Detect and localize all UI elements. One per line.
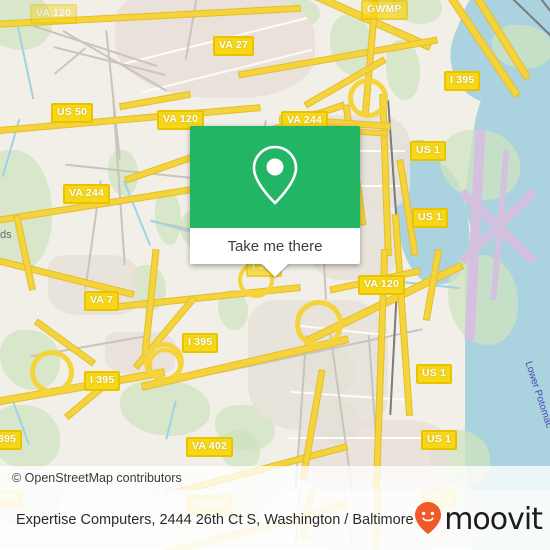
map-pin-icon xyxy=(249,143,301,212)
highway-loop-1 xyxy=(30,350,74,394)
road-shield: VA 7 xyxy=(84,291,119,311)
map-canvas[interactable]: ds Lower Potomac VA 120 GWMP VA 27 I 395 US … xyxy=(0,0,550,490)
place-title: Expertise Computers, 2444 26th Ct S, Was… xyxy=(16,511,414,528)
road-shield: I 395 xyxy=(182,333,219,353)
map-attribution-bar: © OpenStreetMap contributors xyxy=(0,466,550,490)
highway-loop-interchange-n xyxy=(348,78,388,118)
road-shield: VA 120 xyxy=(30,4,78,24)
road-shield: US 50 xyxy=(51,103,94,123)
road-shield: US 1 xyxy=(416,364,453,384)
popup-pointer xyxy=(261,263,289,277)
osm-attribution-text[interactable]: © OpenStreetMap contributors xyxy=(12,471,182,485)
popup-image-area xyxy=(190,126,360,228)
road-shield: US 1 xyxy=(410,141,447,161)
road-shield: VA 244 xyxy=(63,184,111,204)
map-screenshot: ds Lower Potomac VA 120 GWMP VA 27 I 395 US … xyxy=(0,0,550,550)
take-me-there-label: Take me there xyxy=(227,237,323,255)
road-shield: US 1 xyxy=(412,208,449,228)
road-shield: I 395 xyxy=(444,71,481,91)
highway-loop-3 xyxy=(148,348,182,382)
road-shield: VA 27 xyxy=(213,36,255,56)
moovit-logo[interactable]: moovit xyxy=(414,501,543,540)
road-shield: GWMP xyxy=(361,0,408,20)
footer-content: Expertise Computers, 2444 26th Ct S, Was… xyxy=(0,490,550,550)
park-center-3 xyxy=(155,190,181,245)
road-shield: I 395 xyxy=(84,371,121,391)
map-label-0: ds xyxy=(0,229,12,241)
road-shield: VA 120 xyxy=(358,275,406,295)
road-shield: US 1 xyxy=(421,430,458,450)
road-shield: 395 xyxy=(0,430,23,450)
road-shield: VA 402 xyxy=(186,437,234,457)
location-popup[interactable]: Take me there xyxy=(190,126,360,277)
highway-loop-4 xyxy=(295,300,343,348)
moovit-smiley-pin-icon xyxy=(414,501,442,540)
take-me-there-button[interactable]: Take me there xyxy=(190,228,360,264)
moovit-wordmark: moovit xyxy=(444,502,543,537)
footer-bar: ds Lower Potomac VA 120GWMPVA 27I 395US … xyxy=(0,490,550,550)
